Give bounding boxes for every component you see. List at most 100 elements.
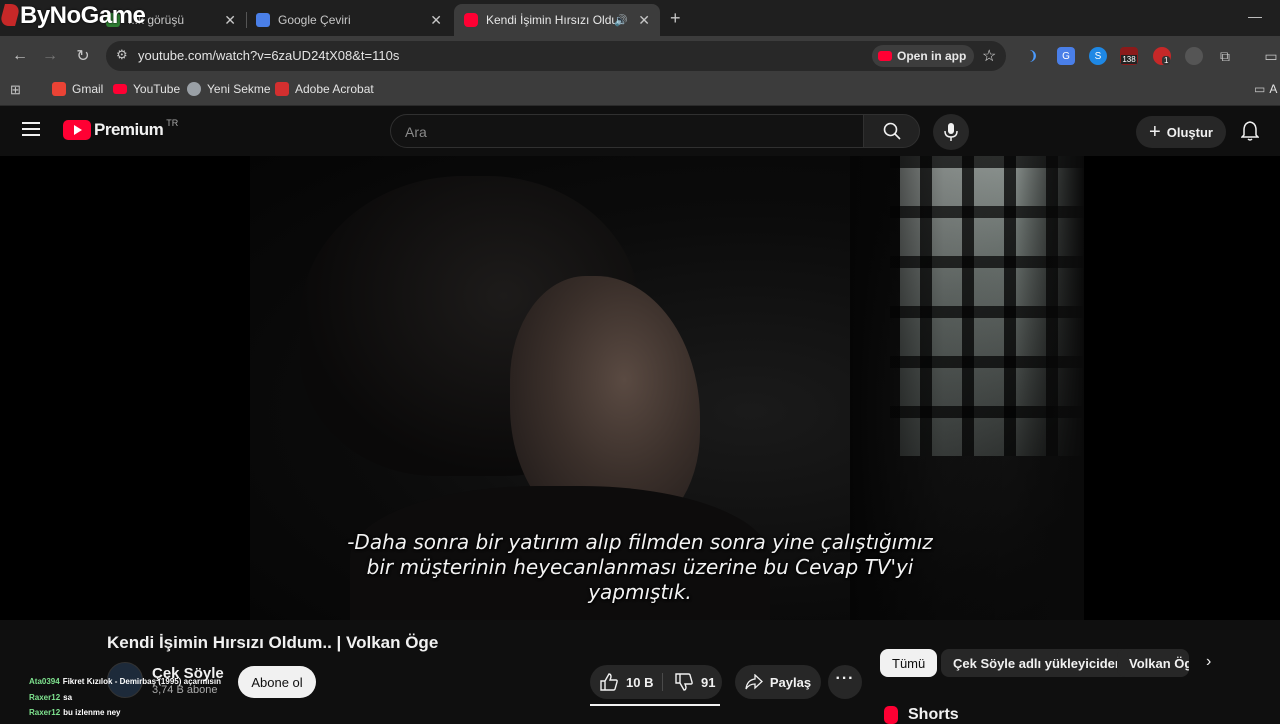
close-icon[interactable]: ✕ <box>430 12 442 29</box>
chevron-right-icon[interactable]: › <box>1206 653 1211 671</box>
chat-username: Raxer12 <box>29 693 61 702</box>
menu-icon[interactable] <box>22 122 40 136</box>
translate-extension-icon[interactable]: G <box>1057 47 1075 65</box>
chat-username: Ata0394 <box>29 677 60 686</box>
reload-button[interactable]: ↻ <box>71 44 95 68</box>
video-info-section: Kendi İşimin Hırsızı Oldum.. | Volkan Ög… <box>0 620 1280 724</box>
youtube-logo-icon <box>63 120 91 140</box>
chat-text: bu izlenme ney <box>63 708 121 717</box>
chat-username: Raxer12 <box>29 708 61 717</box>
chat-message: Raxer12 bu izlenme ney <box>29 708 121 717</box>
watermark-logo: ByNoGame <box>0 2 146 30</box>
grey-extension-icon[interactable] <box>1185 47 1203 65</box>
bookmark-adobe-acrobat[interactable]: Adobe Acrobat <box>275 82 374 96</box>
forward-button[interactable]: → <box>38 44 62 68</box>
bookmark-label: YouTube <box>133 82 181 96</box>
youtube-icon <box>464 13 478 27</box>
chat-message: Raxer12 sa <box>29 693 72 702</box>
open-in-app-button[interactable]: Open in app <box>872 45 975 67</box>
more-icon: ··· <box>835 670 855 687</box>
chip-uploader[interactable]: Çek Söyle adlı yükleyiciden <box>941 649 1135 677</box>
plus-icon: + <box>1149 121 1161 143</box>
bookmark-gmail[interactable]: Gmail <box>52 82 103 96</box>
youtube-logo[interactable]: Premium TR <box>63 118 179 140</box>
red-extension-icon[interactable]: 1 <box>1153 47 1171 65</box>
search-button[interactable] <box>863 114 920 148</box>
shorts-label: Shorts <box>908 706 959 723</box>
globe-icon <box>187 82 201 96</box>
tab-label: Kendi İşimin Hırsızı Oldum.. <box>486 13 616 27</box>
shorts-header[interactable]: Shorts <box>884 706 959 724</box>
sidebar-icon[interactable]: ▭ <box>1262 47 1280 65</box>
browser-toolbar: ← → ↻ ⚙ youtube.com/watch?v=6zaUD24tX08&… <box>0 36 1280 76</box>
speaker-icon[interactable]: 🔊 <box>614 14 628 27</box>
tab-label: Google Çeviri <box>278 13 351 27</box>
chat-text: sa <box>63 693 73 702</box>
bookmark-label: A <box>1269 82 1278 96</box>
chat-message: Ata0394 Fikret Kızılok - Demirbaş (1995) … <box>29 677 221 686</box>
create-button[interactable]: + Oluştur <box>1136 116 1226 148</box>
bookmark-youtube[interactable]: YouTube <box>113 82 180 96</box>
shorts-icon <box>884 706 898 724</box>
url-text: youtube.com/watch?v=6zaUD24tX08&t=110s <box>138 48 400 63</box>
gmail-icon <box>52 82 66 96</box>
share-label: Paylaş <box>769 674 812 690</box>
thumbs-down-icon <box>675 673 693 691</box>
voice-search-button[interactable] <box>933 114 969 150</box>
search-input[interactable]: Ara <box>390 114 864 148</box>
subtitle-line: bir müşterinin heyecanlanması üzerine bu… <box>366 555 914 579</box>
video-title: Kendi İşimin Hırsızı Oldum.. | Volkan Ög… <box>107 633 439 652</box>
tab-3-active[interactable]: Kendi İşimin Hırsızı Oldum.. 🔊 ✕ <box>454 4 660 36</box>
site-info-icon[interactable]: ⚙ <box>116 47 128 63</box>
puzzle-icon[interactable]: ⧉ <box>1216 47 1234 65</box>
create-label: Oluştur <box>1166 124 1213 140</box>
bookmark-yeni-sekme[interactable]: Yeni Sekme <box>187 82 271 96</box>
bookmark-label: Yeni Sekme <box>207 82 271 96</box>
like-ratio-bar <box>590 704 720 706</box>
search-icon <box>883 122 901 140</box>
like-dislike-group: 10 B 91 <box>590 665 722 699</box>
bookmark-folder[interactable]: ▭ A <box>1254 82 1277 96</box>
region-code: TR <box>166 118 179 128</box>
search-placeholder: Ara <box>405 124 427 140</box>
new-tab-button[interactable]: + <box>670 8 681 29</box>
watermark-icon <box>0 4 21 26</box>
share-icon <box>745 674 763 690</box>
counter-extension-icon[interactable]: 138 <box>1120 47 1138 65</box>
apps-icon[interactable]: ⊞ <box>10 82 21 98</box>
chip-all[interactable]: Tümü <box>880 649 938 677</box>
notifications-bell-icon[interactable] <box>1240 121 1260 146</box>
chat-text: Fikret Kızılok - Demirbaş (1995) açarmıs… <box>62 677 221 686</box>
close-icon[interactable]: ✕ <box>638 12 650 29</box>
like-button[interactable]: 10 B <box>590 665 662 699</box>
acrobat-icon <box>275 82 289 96</box>
watermark-text: ByNoGame <box>20 2 146 29</box>
subscribe-button[interactable]: Abone ol <box>238 666 316 698</box>
bookmark-label: Adobe Acrobat <box>295 82 374 96</box>
logo-text: Premium <box>94 120 164 139</box>
youtube-header: Premium TR Ara + Oluştur <box>0 106 1280 156</box>
share-button[interactable]: Paylaş <box>735 665 821 699</box>
folder-icon: ▭ <box>1254 82 1266 96</box>
extension-badge: 1 <box>1162 56 1171 65</box>
chip-fade <box>1190 649 1220 677</box>
shazam-extension-icon[interactable]: S <box>1089 47 1107 65</box>
audio-extension-icon[interactable]: ❩ <box>1024 47 1042 65</box>
star-icon[interactable]: ☆ <box>982 46 996 66</box>
extension-badge: 138 <box>1121 55 1137 64</box>
youtube-icon <box>113 84 127 94</box>
chip-volkan-oge[interactable]: Volkan Öge <box>1117 649 1189 677</box>
video-player[interactable]: -Daha sonra bir yatırım alıp filmden son… <box>0 156 1280 620</box>
dislike-button[interactable]: 91 <box>663 665 722 699</box>
back-button[interactable]: ← <box>8 44 32 68</box>
translate-icon <box>256 13 270 27</box>
more-actions-button[interactable]: ··· <box>828 665 862 699</box>
close-icon[interactable]: ✕ <box>224 12 236 29</box>
browser-tab-strip: ...k görüşü ✕ Google Çeviri ✕ Kendi İşim… <box>0 0 1280 36</box>
bookmark-label: Gmail <box>72 82 104 96</box>
address-bar[interactable]: ⚙ youtube.com/watch?v=6zaUD24tX08&t=110s… <box>106 41 1006 71</box>
minimize-icon[interactable]: — <box>1248 8 1262 24</box>
subtitle-line: -Daha sonra bir yatırım alıp filmden son… <box>347 530 933 554</box>
subtitle-line: yapmıştık. <box>588 580 692 604</box>
tab-2[interactable]: Google Çeviri ✕ <box>246 4 452 36</box>
